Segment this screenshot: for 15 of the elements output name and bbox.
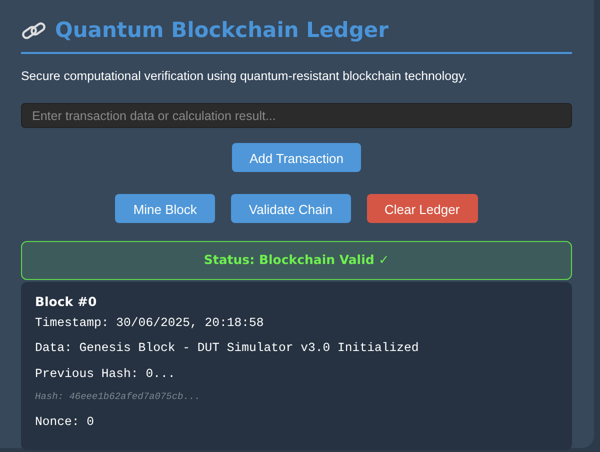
link-icon — [21, 20, 47, 41]
description: Secure computational verification using quantum-resistant blockchain technology. — [21, 68, 468, 86]
block-field: Timestamp: 30/06/2025, 20:18:58 — [35, 314, 558, 332]
block-field: Nonce: 0 — [35, 412, 558, 432]
add-transaction-button[interactable]: Add Transaction — [232, 143, 362, 172]
block-title: Block #0 — [35, 293, 98, 312]
block-hash: Hash: 46eee1b62afed7a075cb... — [35, 390, 202, 404]
input-field[interactable]: Enter transaction data or calculation result... — [21, 103, 572, 128]
block-field: Previous Hash: 0... — [35, 364, 558, 384]
status-banner: Status: Blockchain Valid ✓ — [21, 241, 572, 280]
action-button[interactable]: Mine Block — [115, 194, 215, 224]
block-field: Data: Genesis Block - DUT Simulator v3.0 Initialized — [35, 339, 558, 358]
action-button[interactable]: Validate Chain — [230, 194, 350, 224]
page-title: Quantum Blockchain Ledger — [55, 18, 388, 44]
action-button[interactable]: Clear Ledger — [366, 194, 478, 224]
